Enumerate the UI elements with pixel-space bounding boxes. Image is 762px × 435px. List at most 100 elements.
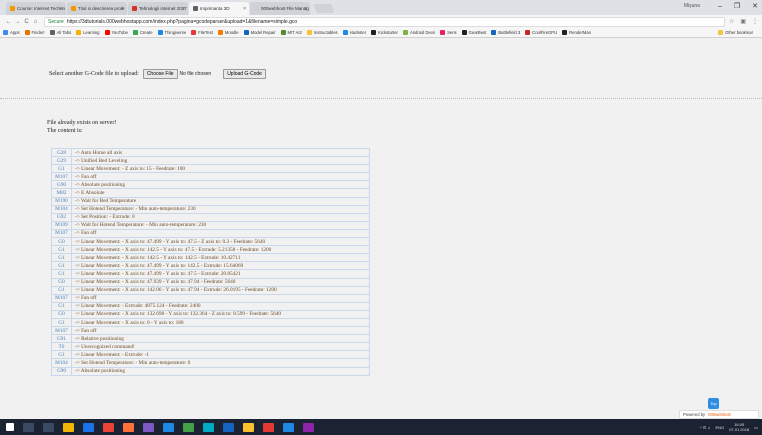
search-taskbar-icon[interactable]	[23, 422, 34, 432]
folder-icon	[718, 30, 724, 35]
message-exists: File already exists on server!	[47, 120, 117, 126]
bookmark-item[interactable]: YouTube	[104, 30, 128, 35]
tab-close-icon[interactable]: ×	[121, 6, 124, 12]
gcode-description: -> Unified Bed Leveling	[71, 156, 370, 166]
top-button[interactable]: Top	[708, 398, 719, 409]
tab-strip: Course: Internet Techno × Titul si descrie…	[0, 0, 762, 15]
bookmark-item[interactable]: MIT AI2	[280, 30, 302, 35]
page-content: Select another G-Code file to upload: Ch…	[0, 38, 762, 419]
tab-favicon-icon	[254, 6, 259, 11]
bookmark-label: All Tabs	[56, 30, 72, 35]
language-indicator[interactable]: ENG	[716, 425, 725, 430]
bookmark-item[interactable]: Apps	[3, 30, 20, 35]
clock[interactable]: 16:05 07.01.2018	[729, 422, 749, 432]
table-row: M82 -> E Absolute	[51, 188, 370, 198]
bookmark-item[interactable]: Moodle	[217, 30, 239, 35]
notifications-icon[interactable]: ▭	[754, 425, 758, 430]
gcode-command: G1	[51, 261, 72, 271]
tab-close-icon[interactable]: ×	[304, 6, 307, 12]
bookmark-label: Thingiverse	[164, 30, 187, 35]
browser-tab[interactable]: 000webhost File Manag ×	[250, 2, 310, 15]
windows-start-icon[interactable]	[6, 423, 14, 431]
bookmark-item[interactable]: RenderMan	[562, 30, 591, 35]
visual-studio-taskbar-icon[interactable]	[143, 422, 154, 432]
app4-taskbar-icon[interactable]	[223, 422, 234, 432]
task-view-taskbar-icon[interactable]	[43, 422, 54, 432]
bookmark-item[interactable]: Thingiverse	[157, 30, 187, 35]
tab-close-icon[interactable]: ×	[60, 6, 63, 12]
upload-gcode-button[interactable]: Upload G-Code	[223, 69, 266, 79]
star-icon[interactable]: ☆	[729, 18, 734, 25]
minimize-button[interactable]: –	[718, 3, 722, 10]
bookmark-item[interactable]: Model Repair	[243, 30, 276, 35]
extension-icon[interactable]: ▣	[740, 18, 746, 25]
bookmark-favicon-icon	[461, 30, 467, 35]
bookmark-item[interactable]: Instructables	[306, 30, 338, 35]
file-explorer-taskbar-icon[interactable]	[63, 422, 74, 432]
bookmark-item[interactable]: Create	[132, 30, 153, 35]
tab-favicon-icon	[132, 6, 137, 11]
app2-taskbar-icon[interactable]	[183, 422, 194, 432]
chrome-taskbar-icon[interactable]	[103, 422, 114, 432]
bookmark-label: Model Repair	[250, 30, 276, 35]
browser-tab[interactable]: Titul si descrierea proie ×	[67, 2, 127, 15]
tab-title: 000webhost File Manag	[261, 6, 309, 11]
bookmark-item[interactable]: Kickstarter	[371, 30, 398, 35]
url-input[interactable]: Secure https://3dtutorials.000webhostapp…	[44, 16, 725, 27]
bookmark-item[interactable]: All Tabs	[49, 30, 72, 35]
profile-name[interactable]: Mișuna	[684, 3, 700, 9]
tray-icons[interactable]: ^ ⊡ ♫	[700, 425, 710, 430]
new-tab-button[interactable]	[313, 4, 335, 13]
app3-taskbar-icon[interactable]	[203, 422, 214, 432]
powered-by-badge[interactable]: Powered by 000webhost	[679, 410, 759, 419]
edge-taskbar-icon[interactable]	[83, 422, 94, 432]
bookmark-item[interactable]: Battlefield 3	[491, 30, 520, 35]
table-row: G90 -> Absolute positioning	[51, 180, 370, 190]
browser-tab[interactable]: Course: Internet Techno ×	[6, 2, 66, 15]
app-taskbar-icon[interactable]	[163, 422, 174, 432]
secure-lock-label[interactable]: Secure	[48, 19, 64, 25]
bookmark-item[interactable]: FiteTest	[191, 30, 213, 35]
bookmark-favicon-icon	[402, 30, 408, 35]
table-row: G1 -> Linear Movement: - X axis to: 47.49…	[51, 261, 370, 271]
app8-taskbar-icon[interactable]	[303, 422, 314, 432]
maximize-button[interactable]: ❐	[734, 2, 740, 10]
menu-icon[interactable]: ⋮	[752, 18, 758, 25]
forward-icon[interactable]: →	[13, 19, 22, 25]
bookmark-item[interactable]: GearBest	[461, 30, 486, 35]
back-icon[interactable]: ←	[4, 19, 13, 25]
gcode-description: -> Linear Movement: - X axis to: 142.5 -…	[71, 245, 370, 255]
app6-taskbar-icon[interactable]	[263, 422, 274, 432]
gcode-description: -> Unrecognized command!	[71, 342, 370, 352]
browser-tab[interactable]: Tehnologii internet 2017 ×	[128, 2, 188, 15]
firefox-taskbar-icon[interactable]	[123, 422, 134, 432]
bookmark-favicon-icon	[280, 30, 286, 35]
app7-taskbar-icon[interactable]	[283, 422, 294, 432]
bookmark-item[interactable]: CoolFireGPU	[525, 30, 557, 35]
table-row: G0 -> Linear Movement: - X axis to: 132.6…	[51, 309, 370, 319]
choose-file-button[interactable]: Choose File	[142, 69, 178, 79]
bookmark-label: Android Devs	[409, 30, 436, 35]
tab-close-icon[interactable]: ×	[182, 6, 185, 12]
gcode-command: M104	[51, 358, 72, 368]
browser-tab[interactable]: Imprimanta 3D ×	[189, 2, 249, 15]
app5-taskbar-icon[interactable]	[243, 422, 254, 432]
other-bookmarks[interactable]: Other bookmar	[718, 30, 753, 35]
table-row: G90 -> Absolute positioning	[51, 366, 370, 376]
bookmark-item[interactable]: Android Devs	[402, 30, 436, 35]
gcode-command: M107	[51, 326, 72, 336]
bookmark-item[interactable]: Finder!	[24, 30, 45, 35]
tab-title: Course: Internet Techno	[17, 6, 65, 11]
bookmark-item[interactable]: Learning	[76, 30, 100, 35]
table-row: G28 -> Auto Home all axis	[51, 147, 370, 158]
bookmark-item[interactable]: Sens	[440, 30, 457, 35]
home-icon[interactable]: ⌂	[31, 19, 40, 25]
message-content: The content is:	[47, 127, 83, 134]
reload-icon[interactable]: C	[22, 19, 31, 25]
tab-close-icon[interactable]: ×	[243, 6, 246, 12]
bookmark-item[interactable]: Hackster	[342, 30, 366, 35]
close-button[interactable]: ✕	[752, 2, 758, 10]
tab-title: Tehnologii internet 2017	[139, 6, 187, 11]
table-row: T0 -> Unrecognized command!	[51, 342, 370, 352]
gcode-description: -> Set Hotend Temperature: - Min auto-te…	[71, 204, 370, 214]
